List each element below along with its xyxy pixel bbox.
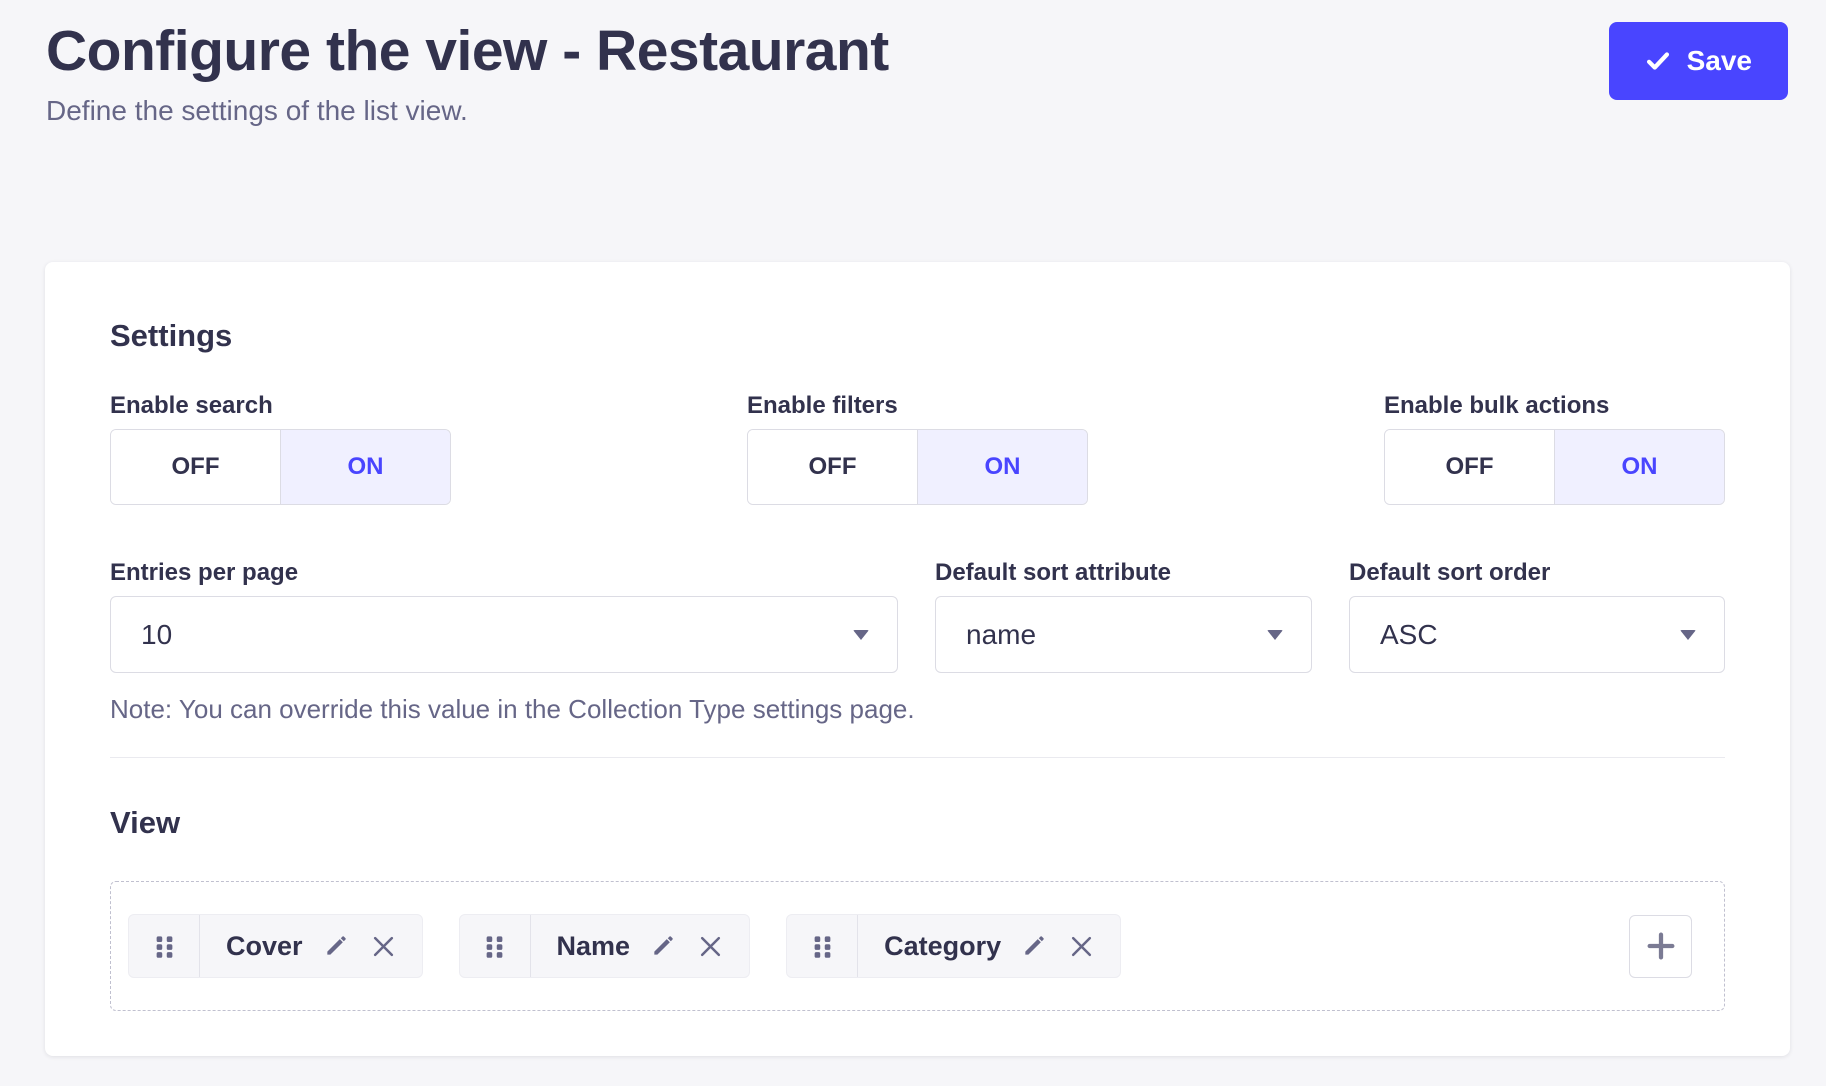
save-button[interactable]: Save bbox=[1609, 22, 1788, 100]
view-heading: View bbox=[110, 804, 1725, 842]
drag-handle[interactable] bbox=[129, 915, 200, 977]
selects-row: Entries per page 10 Default sort attribu… bbox=[110, 558, 1725, 673]
enable-bulk-actions-toggle[interactable]: OFF ON bbox=[1384, 429, 1725, 505]
default-sort-attribute-label: Default sort attribute bbox=[935, 558, 1312, 588]
drag-handle[interactable] bbox=[787, 915, 858, 977]
default-sort-attribute-field: Default sort attribute name bbox=[935, 558, 1312, 673]
remove-field-button[interactable] bbox=[371, 934, 396, 959]
toggle-off-option[interactable]: OFF bbox=[1385, 430, 1554, 504]
toggles-row: Enable search OFF ON Enable filters OFF … bbox=[110, 391, 1725, 505]
select-value: 10 bbox=[141, 619, 172, 651]
default-sort-order-label: Default sort order bbox=[1349, 558, 1725, 588]
edit-field-button[interactable] bbox=[650, 933, 676, 959]
settings-card: Settings Enable search OFF ON Enable fil… bbox=[45, 262, 1790, 1056]
page-title: Configure the view - Restaurant bbox=[46, 16, 889, 86]
field-chip-label: Name bbox=[557, 931, 631, 962]
enable-search-field: Enable search OFF ON bbox=[110, 391, 451, 505]
toggle-on-option[interactable]: ON bbox=[280, 430, 450, 504]
close-icon bbox=[1069, 934, 1094, 959]
edit-field-button[interactable] bbox=[1021, 933, 1047, 959]
field-chip-category[interactable]: Category bbox=[786, 914, 1121, 978]
entries-per-page-field: Entries per page 10 bbox=[110, 558, 898, 673]
remove-field-button[interactable] bbox=[698, 934, 723, 959]
check-icon bbox=[1645, 48, 1671, 74]
enable-bulk-actions-field: Enable bulk actions OFF ON bbox=[1384, 391, 1725, 505]
plus-icon bbox=[1645, 930, 1677, 962]
default-sort-attribute-select[interactable]: name bbox=[935, 596, 1312, 673]
add-field-button[interactable] bbox=[1629, 915, 1692, 978]
close-icon bbox=[698, 934, 723, 959]
drag-handle-icon bbox=[483, 933, 506, 960]
field-chip-label: Category bbox=[884, 931, 1001, 962]
chevron-down-icon bbox=[1680, 630, 1696, 640]
entries-note: Note: You can override this value in the… bbox=[110, 693, 1725, 725]
pencil-icon bbox=[1021, 933, 1047, 959]
drag-handle-icon bbox=[153, 933, 176, 960]
pencil-icon bbox=[650, 933, 676, 959]
section-divider bbox=[110, 757, 1725, 758]
enable-filters-label: Enable filters bbox=[747, 391, 1088, 421]
toggle-on-option[interactable]: ON bbox=[917, 430, 1087, 504]
entries-per-page-select[interactable]: 10 bbox=[110, 596, 898, 673]
drag-handle[interactable] bbox=[460, 915, 531, 977]
page-header: Configure the view - Restaurant Define t… bbox=[46, 16, 889, 128]
default-sort-order-field: Default sort order ASC bbox=[1349, 558, 1725, 673]
toggle-off-option[interactable]: OFF bbox=[111, 430, 280, 504]
enable-search-label: Enable search bbox=[110, 391, 451, 421]
chevron-down-icon bbox=[853, 630, 869, 640]
settings-heading: Settings bbox=[110, 317, 1725, 355]
enable-filters-field: Enable filters OFF ON bbox=[747, 391, 1088, 505]
entries-per-page-label: Entries per page bbox=[110, 558, 898, 588]
field-chip-label: Cover bbox=[226, 931, 303, 962]
enable-filters-toggle[interactable]: OFF ON bbox=[747, 429, 1088, 505]
remove-field-button[interactable] bbox=[1069, 934, 1094, 959]
select-value: name bbox=[966, 619, 1036, 651]
select-value: ASC bbox=[1380, 619, 1438, 651]
toggle-on-option[interactable]: ON bbox=[1554, 430, 1724, 504]
drag-handle-icon bbox=[811, 933, 834, 960]
save-button-label: Save bbox=[1687, 45, 1752, 77]
enable-search-toggle[interactable]: OFF ON bbox=[110, 429, 451, 505]
field-chip-name[interactable]: Name bbox=[459, 914, 751, 978]
toggle-off-option[interactable]: OFF bbox=[748, 430, 917, 504]
field-chip-cover[interactable]: Cover bbox=[128, 914, 423, 978]
close-icon bbox=[371, 934, 396, 959]
enable-bulk-actions-label: Enable bulk actions bbox=[1384, 391, 1725, 421]
default-sort-order-select[interactable]: ASC bbox=[1349, 596, 1725, 673]
pencil-icon bbox=[323, 933, 349, 959]
edit-field-button[interactable] bbox=[323, 933, 349, 959]
page-subtitle: Define the settings of the list view. bbox=[46, 94, 889, 128]
field-drop-zone: Cover bbox=[110, 881, 1725, 1011]
chevron-down-icon bbox=[1267, 630, 1283, 640]
